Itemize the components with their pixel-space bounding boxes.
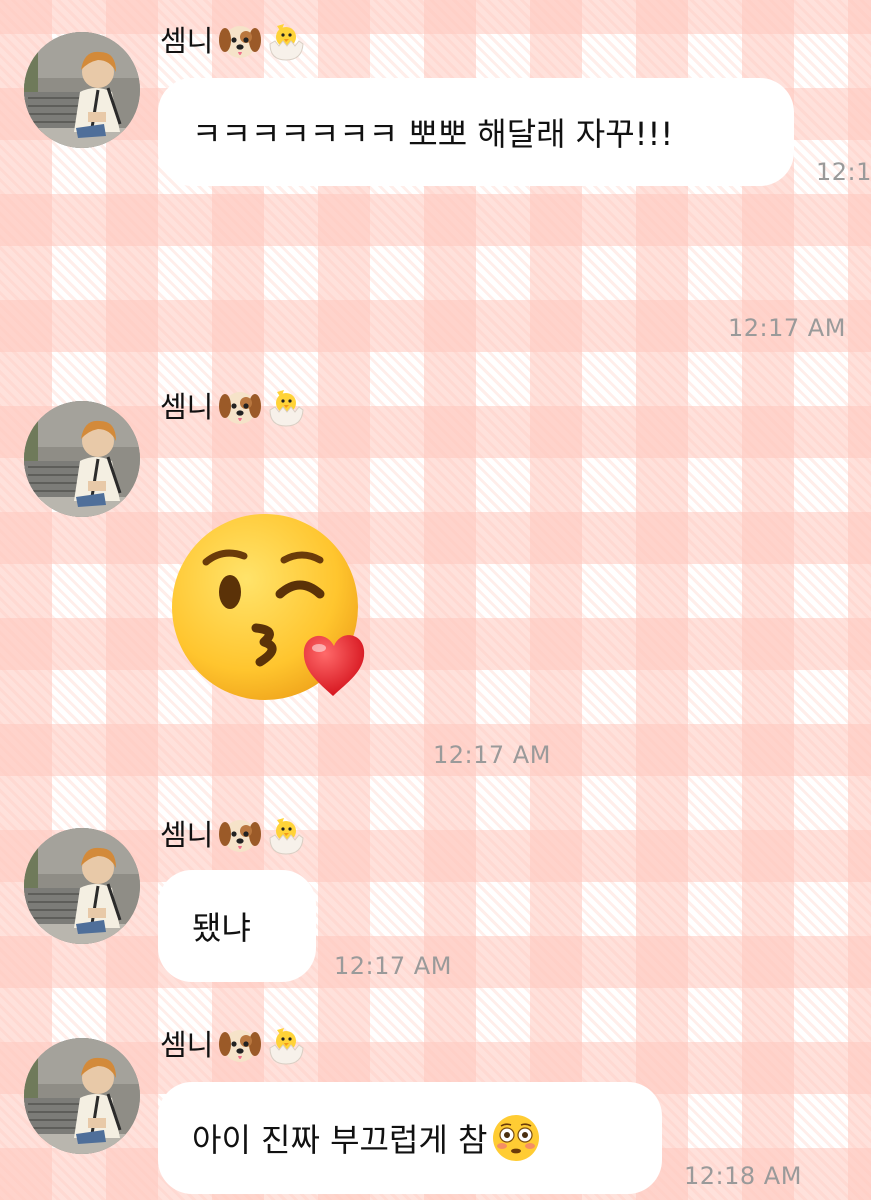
hatching-chick-icon (265, 814, 307, 856)
hatching-chick-icon (265, 1024, 307, 1066)
hatching-chick-icon (265, 386, 307, 428)
message-text: 됐냐 (192, 909, 251, 947)
sender-label: 셈니 (160, 1022, 307, 1068)
sender-label: 셈니 (160, 18, 307, 64)
hatching-chick-icon (265, 20, 307, 62)
message-text: ㅋㅋㅋㅋㅋㅋㅋ 뽀뽀 해달래 자꾸!!! (192, 115, 674, 153)
sender-label: 셈니 (160, 812, 307, 858)
sender-avatar[interactable] (24, 401, 140, 517)
message-text: 아이 진짜 부끄럽게 참 (192, 1121, 488, 1159)
message-bubble[interactable]: ㅋㅋㅋㅋㅋㅋㅋ 뽀뽀 해달래 자꾸!!! (158, 78, 794, 186)
message-timestamp: 12:17 AM (433, 741, 551, 769)
dog-face-icon (219, 20, 261, 62)
dog-face-icon (219, 386, 261, 428)
sender-avatar[interactable] (24, 32, 140, 148)
sender-avatar[interactable] (24, 828, 140, 944)
chat-thread: 셈니 ㅋㅋㅋㅋㅋㅋㅋ 뽀뽀 해달래 자꾸!!! 12:17 12:17 AM 셈… (0, 0, 871, 1200)
message-bubble[interactable]: 됐냐 (158, 870, 316, 982)
face-blowing-a-kiss-icon[interactable] (168, 510, 373, 710)
message-timestamp: 12:17 (816, 158, 871, 186)
message-timestamp: 12:18 AM (684, 1162, 802, 1190)
message-timestamp: 12:17 AM (728, 314, 846, 342)
dog-face-icon (219, 1024, 261, 1066)
sender-name: 셈니 (160, 1028, 214, 1062)
sender-name: 셈니 (160, 24, 214, 58)
flushed-face-icon (491, 1113, 541, 1163)
dog-face-icon (219, 814, 261, 856)
sender-label: 셈니 (160, 384, 307, 430)
sender-avatar[interactable] (24, 1038, 140, 1154)
sender-name: 셈니 (160, 818, 214, 852)
message-timestamp: 12:17 AM (334, 952, 452, 980)
sender-name: 셈니 (160, 390, 214, 424)
message-bubble[interactable]: 아이 진짜 부끄럽게 참 (158, 1082, 662, 1194)
